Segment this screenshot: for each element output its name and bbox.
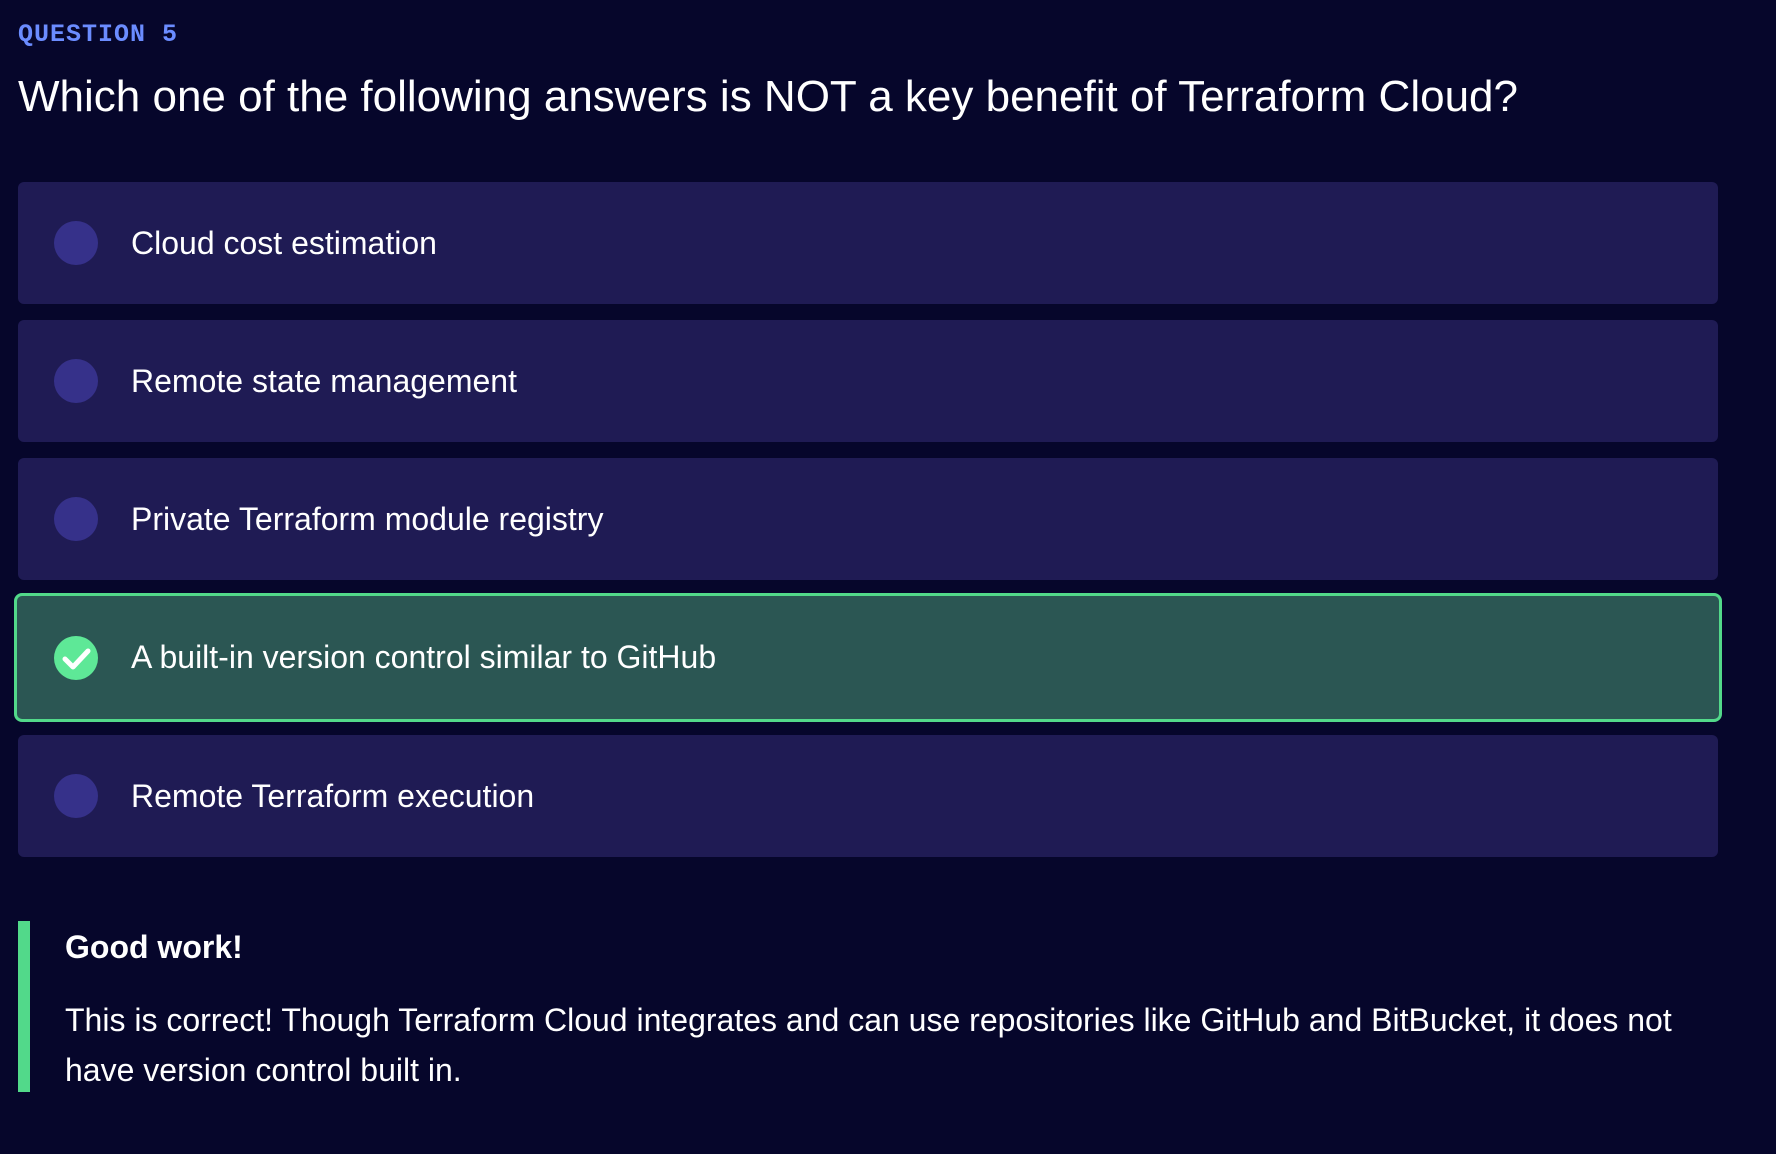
answer-option-label: Remote state management <box>131 362 517 399</box>
radio-empty-icon[interactable] <box>54 359 98 403</box>
feedback-body: This is correct! Though Terraform Cloud … <box>65 1002 1672 1088</box>
answer-option-label: Remote Terraform execution <box>131 777 535 814</box>
answer-option-1[interactable]: Cloud cost estimation <box>18 182 1718 304</box>
radio-empty-icon[interactable] <box>54 221 98 265</box>
answer-option-5[interactable]: Remote Terraform execution <box>18 735 1718 857</box>
radio-empty-icon[interactable] <box>54 774 98 818</box>
answer-option-label: Cloud cost estimation <box>131 224 437 261</box>
answer-option-3[interactable]: Private Terraform module registry <box>18 458 1718 580</box>
answer-option-2[interactable]: Remote state management <box>18 320 1718 442</box>
answer-options: Cloud cost estimation Remote state manag… <box>14 182 1722 873</box>
answer-option-label: A built-in version control similar to Gi… <box>131 639 717 675</box>
feedback-title: Good work! <box>65 929 243 965</box>
answer-option-4-correct[interactable]: A built-in version control similar to Gi… <box>14 593 1722 722</box>
question-label: QUESTION 5 <box>18 20 179 49</box>
feedback-panel: Good work! This is correct! Though Terra… <box>18 921 1718 1092</box>
check-circle-icon[interactable] <box>54 635 98 680</box>
radio-empty-icon[interactable] <box>54 497 98 541</box>
answer-option-label: Private Terraform module registry <box>131 500 604 537</box>
checkmark-icon <box>62 648 91 669</box>
question-text: Which one of the following answers is NO… <box>18 72 1518 121</box>
